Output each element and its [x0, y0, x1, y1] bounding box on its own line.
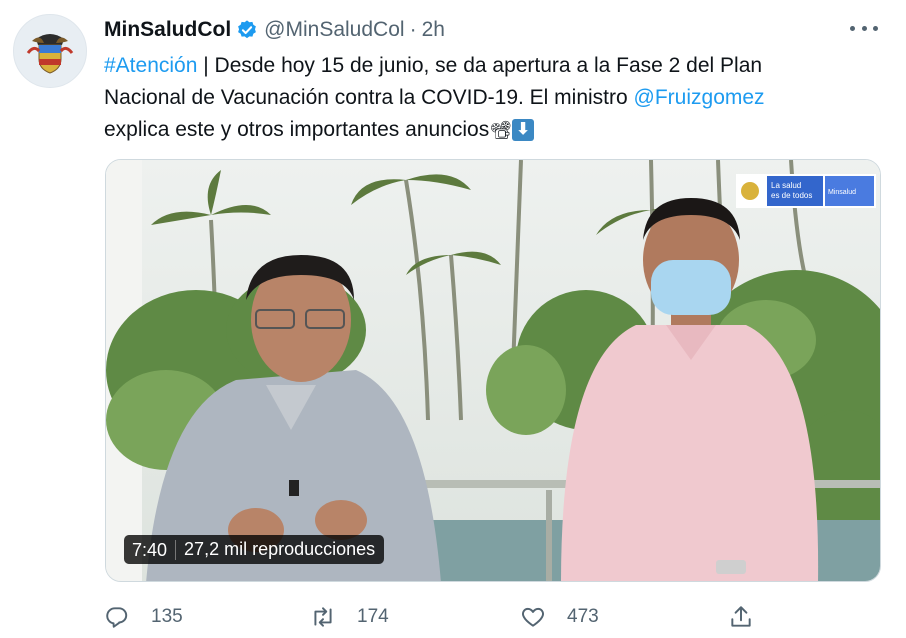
down-arrow-emoji: ⬇ — [512, 119, 535, 142]
coat-of-arms-icon — [26, 34, 74, 74]
retweet-button[interactable]: 174 — [310, 602, 389, 632]
display-name[interactable]: MinSaludCol — [104, 18, 231, 42]
tweet-text-line1: | Desde hoy 15 de junio, se da apertura … — [197, 54, 763, 77]
reply-button[interactable]: 135 — [104, 602, 183, 632]
video-view-count: 27,2 mil reproducciones — [184, 539, 376, 559]
heart-icon — [522, 607, 544, 627]
tweet-text-line2: Nacional de Vacunación contra la COVID-1… — [104, 86, 634, 109]
film-projector-emoji: 📽 — [489, 120, 513, 141]
tweet-text: #Atención | Desde hoy 15 de junio, se da… — [104, 50, 874, 146]
share-icon — [731, 606, 751, 627]
like-count: 473 — [567, 606, 599, 627]
logo-text-line1: La salud — [771, 181, 801, 190]
mention-link[interactable]: @Fruizgomez — [634, 86, 765, 109]
video-player[interactable]: La salud es de todos Minsalud — [105, 159, 881, 582]
video-thumbnail: La salud es de todos Minsalud — [106, 160, 880, 581]
retweet-icon — [314, 607, 332, 627]
retweet-count: 174 — [357, 606, 389, 627]
like-button[interactable]: 473 — [520, 602, 599, 632]
user-handle[interactable]: @MinSaludCol — [264, 18, 404, 42]
more-options-icon[interactable] — [850, 18, 878, 38]
tweet-actions: 135 174 473 — [104, 602, 764, 632]
tweet-header: MinSaludCol @MinSaludCol · 2h — [104, 14, 866, 46]
tweet-text-line3: explica este y otros importantes anuncio… — [104, 118, 490, 141]
hashtag-link[interactable]: #Atención — [104, 54, 197, 77]
verified-badge-icon — [238, 20, 257, 39]
tweet-timestamp[interactable]: 2h — [422, 18, 445, 42]
avatar[interactable] — [13, 14, 87, 88]
share-button[interactable] — [728, 602, 775, 632]
reply-icon — [106, 607, 128, 628]
logo-text-line2: es de todos — [771, 191, 812, 200]
separator-dot: · — [409, 18, 417, 41]
logo-ministry: Minsalud — [828, 189, 856, 196]
reply-count: 135 — [151, 606, 183, 627]
video-info-badge: 7:40 27,2 mil reproducciones — [124, 535, 385, 564]
video-duration: 7:40 — [124, 539, 177, 560]
